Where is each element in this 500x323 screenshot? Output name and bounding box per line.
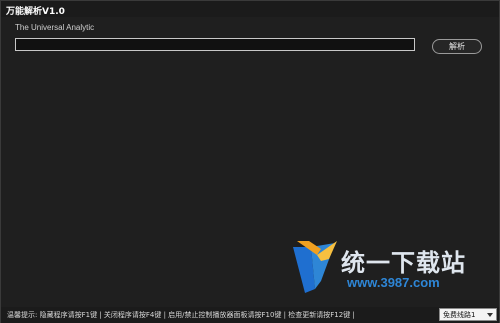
chevron-down-icon — [487, 313, 493, 317]
window-title: 万能解析V1.0 — [6, 7, 65, 17]
status-hint-text: 温馨提示: 隐藏程序请按F1键 | 关闭程序请按F4键 | 启用/禁止控制播放器… — [7, 311, 355, 319]
app-window: 万能解析V1.0 The Universal Analytic 解析 统一下载站… — [0, 0, 500, 323]
status-bar: 温馨提示: 隐藏程序请按F1键 | 关闭程序请按F4键 | 启用/禁止控制播放器… — [1, 307, 499, 323]
line-select-value: 免费线路1 — [443, 310, 476, 319]
parse-button[interactable]: 解析 — [432, 39, 482, 54]
line-select-dropdown[interactable]: 免费线路1 — [439, 308, 497, 321]
watermark-url: www.3987.com — [347, 275, 440, 290]
title-bar[interactable]: 万能解析V1.0 — [1, 1, 499, 17]
watermark-v-icon — [293, 241, 337, 293]
url-input[interactable] — [15, 38, 415, 51]
parse-button-label: 解析 — [449, 42, 465, 51]
app-subtitle: The Universal Analytic — [15, 23, 95, 32]
watermark-text: 统一下载站 — [341, 249, 466, 277]
watermark-logo: 统一下载站 www.3987.com — [291, 239, 471, 301]
